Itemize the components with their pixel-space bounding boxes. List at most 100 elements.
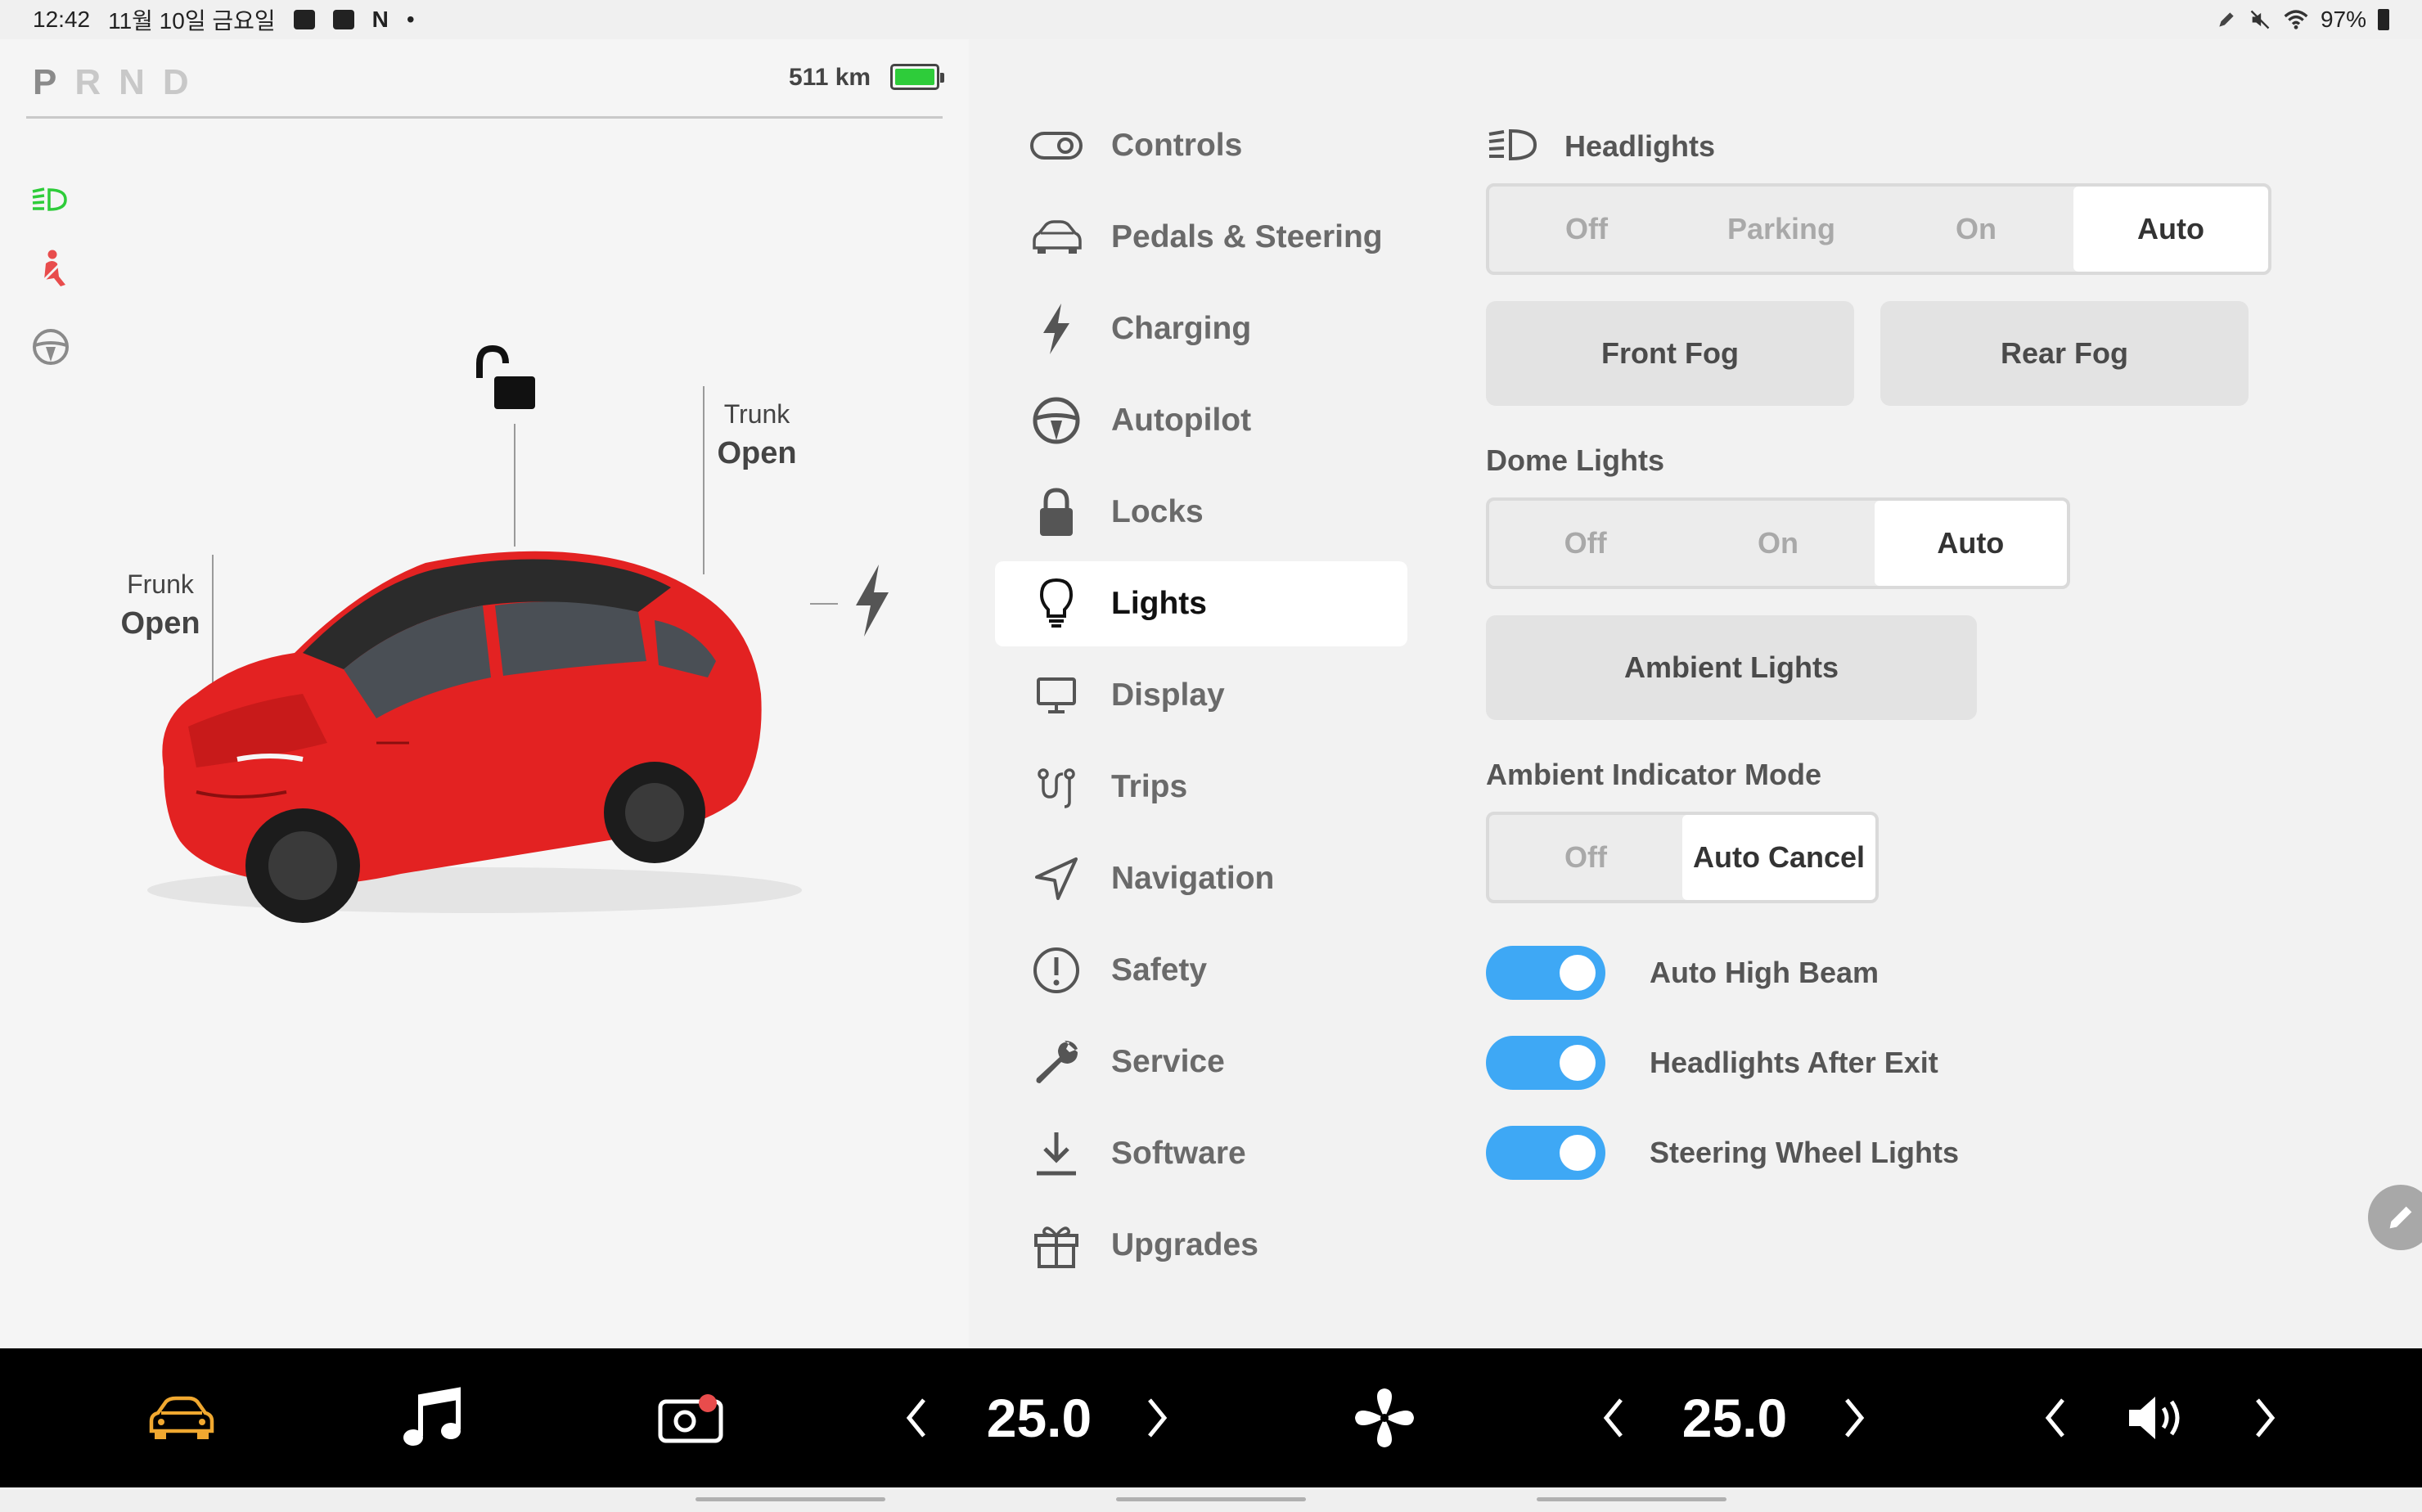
battery-percent: 97%: [2320, 7, 2366, 32]
menu-item-safety[interactable]: Safety: [995, 928, 1407, 1013]
menu-item-label: Lights: [1111, 586, 1207, 621]
menu-item-navigation[interactable]: Navigation: [995, 836, 1407, 921]
edit-button[interactable]: [2368, 1185, 2422, 1250]
menu-item-autopilot[interactable]: Autopilot: [995, 378, 1407, 463]
front-fog-button[interactable]: Front Fog: [1486, 301, 1854, 406]
headlights-option-on[interactable]: On: [1879, 187, 2073, 272]
gallery-notification-icon: [293, 10, 315, 29]
chevron-left-icon: [2045, 1398, 2064, 1438]
dome-lights-option-off[interactable]: Off: [1489, 501, 1681, 586]
headlights-label: Headlights: [1564, 129, 1716, 163]
gear-n: N: [119, 62, 163, 102]
dome-lights-selector: Off On Auto: [1486, 497, 2070, 589]
bolt-icon: [1029, 302, 1083, 356]
menu-item-label: Safety: [1111, 952, 1208, 988]
ambient-indicator-mode-selector: Off Auto Cancel: [1486, 812, 1879, 903]
menu-item-service[interactable]: Service: [995, 1019, 1407, 1105]
bottom-bar: 25.0 25.0: [0, 1348, 2422, 1487]
menu-item-charging[interactable]: Charging: [995, 286, 1407, 371]
driver-temperature[interactable]: 25.0: [966, 1348, 1113, 1487]
divider: [26, 116, 943, 119]
chevron-right-icon: [2256, 1398, 2276, 1438]
toggle-icon: [1029, 119, 1083, 173]
ambient-mode-option-auto-cancel[interactable]: Auto Cancel: [1682, 815, 1875, 900]
trunk-label[interactable]: Trunk Open: [712, 399, 802, 471]
nav-pill[interactable]: [1537, 1497, 1726, 1501]
charge-port-icon[interactable]: [851, 563, 894, 638]
ambient-indicator-mode-label: Ambient Indicator Mode: [1486, 758, 1822, 791]
driver-temp-down-button[interactable]: [898, 1348, 934, 1487]
fan-icon: [1355, 1388, 1414, 1447]
menu-item-label: Upgrades: [1111, 1227, 1258, 1262]
menu-item-label: Autopilot: [1111, 403, 1252, 438]
toggle-label: Headlights After Exit: [1650, 1046, 1938, 1079]
menu-item-lights[interactable]: Lights: [995, 561, 1407, 646]
headlights-option-parking[interactable]: Parking: [1684, 187, 1879, 272]
menu-item-trips[interactable]: Trips: [995, 745, 1407, 830]
steering-wheel-lights-toggle[interactable]: [1486, 1126, 1605, 1180]
volume-up-button[interactable]: [2247, 1348, 2283, 1487]
chevron-right-icon: [1148, 1398, 1168, 1438]
passenger-temperature[interactable]: 25.0: [1661, 1348, 1808, 1487]
dome-lights-option-auto[interactable]: Auto: [1874, 501, 2067, 586]
menu-item-pedals-steering[interactable]: Pedals & Steering: [995, 195, 1407, 280]
auto-high-beam-toggle[interactable]: [1486, 946, 1605, 1000]
steering-wheel-icon: [1029, 394, 1083, 448]
volume-icon: [2129, 1397, 2180, 1439]
car-icon: [1029, 210, 1083, 264]
music-button[interactable]: [396, 1348, 470, 1487]
climate-button[interactable]: [1350, 1348, 1419, 1487]
menu-item-display[interactable]: Display: [995, 653, 1407, 738]
status-bar: 12:42 11월 10일 금요일 N • 97%: [0, 0, 2422, 39]
wrench-icon: [1029, 1035, 1083, 1089]
ambient-lights-button[interactable]: Ambient Lights: [1486, 615, 1977, 720]
headlights-option-auto[interactable]: Auto: [2073, 187, 2268, 272]
battery-gauge: [890, 64, 944, 90]
volume-down-button[interactable]: [2037, 1348, 2073, 1487]
rear-fog-button[interactable]: Rear Fog: [1880, 301, 2249, 406]
nav-pill[interactable]: [1116, 1497, 1306, 1501]
volume-button[interactable]: [2124, 1348, 2193, 1487]
more-notifications-dot: •: [406, 7, 415, 32]
menu-item-label: Trips: [1111, 769, 1188, 804]
trunk-state: Open: [717, 436, 797, 470]
menu-item-label: Service: [1111, 1044, 1225, 1079]
music-icon: [403, 1387, 461, 1446]
dome-lights-option-on[interactable]: On: [1681, 501, 1874, 586]
gear-d: D: [162, 62, 207, 102]
alert-icon: [1029, 943, 1083, 997]
toggle-knob: [1560, 1045, 1596, 1081]
battery-fill: [895, 69, 934, 85]
ambient-mode-option-off[interactable]: Off: [1489, 815, 1682, 900]
chevron-left-icon: [906, 1398, 925, 1438]
passenger-temp-up-button[interactable]: [1836, 1348, 1872, 1487]
mute-icon: [2250, 10, 2270, 29]
headlights-after-exit-toggle[interactable]: [1486, 1036, 1605, 1090]
unlocked-icon[interactable]: [471, 344, 538, 412]
menu-item-software[interactable]: Software: [995, 1111, 1407, 1196]
dashcam-icon: [658, 1394, 723, 1443]
headlights-icon: [1488, 128, 1537, 161]
dome-lights-label: Dome Lights: [1486, 443, 1665, 477]
toggle-knob: [1560, 1135, 1596, 1171]
menu-item-label: Pedals & Steering: [1111, 219, 1383, 254]
driver-temp-up-button[interactable]: [1139, 1348, 1175, 1487]
menu-item-controls[interactable]: Controls: [995, 103, 1407, 188]
toggle-label: Auto High Beam: [1650, 956, 1880, 989]
trips-icon: [1029, 760, 1083, 814]
nav-pill[interactable]: [696, 1497, 885, 1501]
menu-item-label: Navigation: [1111, 861, 1275, 896]
menu-item-label: Display: [1111, 677, 1225, 713]
dashcam-button[interactable]: [655, 1348, 728, 1487]
status-date: 11월 10일 금요일: [108, 8, 276, 34]
gift-icon: [1029, 1218, 1083, 1272]
bulb-icon: [1029, 577, 1083, 631]
passenger-temp-value: 25.0: [1681, 1388, 1788, 1448]
youtube-notification-icon: [332, 10, 354, 29]
headlights-option-off[interactable]: Off: [1489, 187, 1684, 272]
passenger-temp-down-button[interactable]: [1596, 1348, 1632, 1487]
menu-item-upgrades[interactable]: Upgrades: [995, 1203, 1407, 1288]
car-button[interactable]: [131, 1348, 232, 1487]
menu-item-locks[interactable]: Locks: [995, 470, 1407, 555]
toggle-row-steering-wheel-lights: Steering Wheel Lights: [1486, 1126, 1959, 1180]
